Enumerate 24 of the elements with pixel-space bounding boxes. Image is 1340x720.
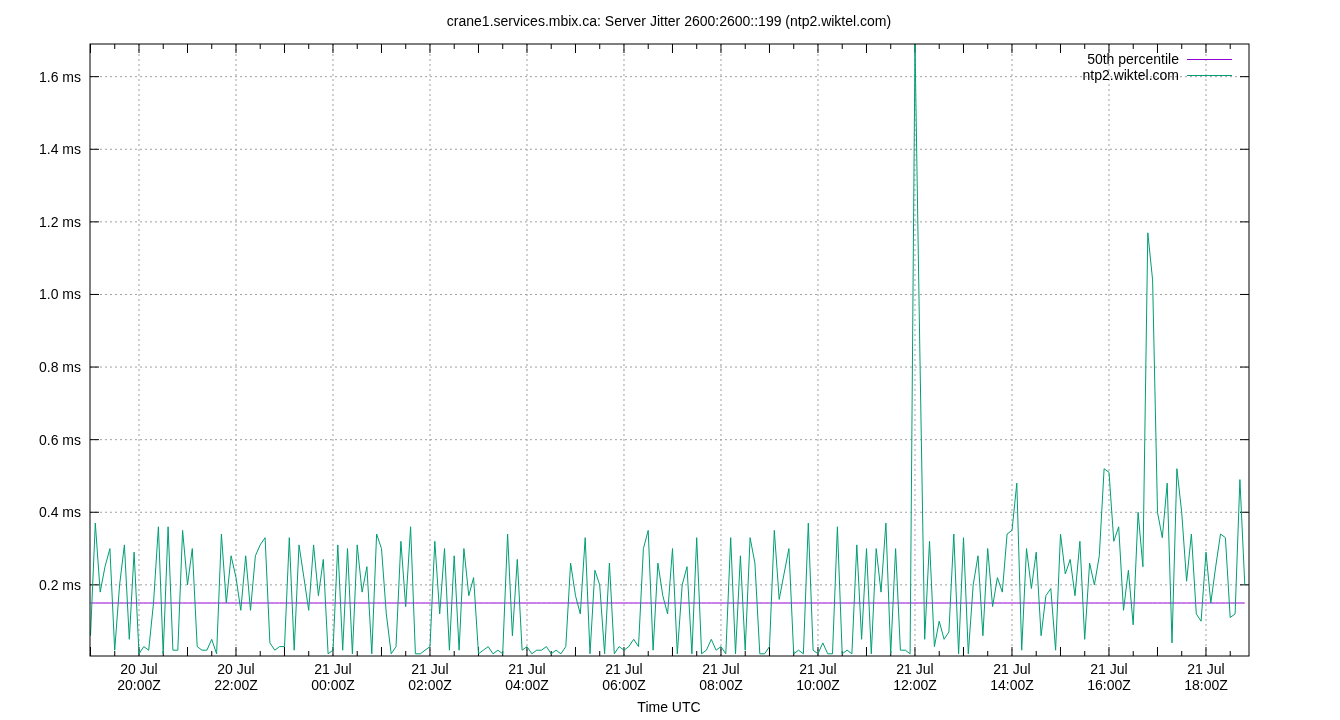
x-tick-label: 20 Jul 22:00Z [214,661,258,693]
x-tick-label: 21 Jul 12:00Z [893,661,937,693]
chart-title: crane1.services.mbix.ca: Server Jitter 2600:2600::199 (ntp2.wiktel.com) [446,13,892,29]
y-tick-label: 1.6 ms [39,68,81,85]
x-tick-label: 21 Jul 06:00Z [602,661,646,693]
x-tick-label: 21 Jul 16:00Z [1087,661,1131,693]
x-axis-label: Time UTC [637,699,701,715]
x-tick-label: 21 Jul 10:00Z [796,661,840,693]
x-tick-label: 21 Jul 14:00Z [990,661,1034,693]
y-tick-label: 1.2 ms [39,213,81,230]
y-tick-label: 0.8 ms [39,359,81,376]
y-tick-label: 1.4 ms [39,141,81,158]
y-tick-label: 1.0 ms [39,286,81,303]
legend-label: ntp2.wiktel.com [1082,67,1179,83]
x-tick-label: 21 Jul 18:00Z [1184,661,1228,693]
x-tick-label: 21 Jul 04:00Z [505,661,549,693]
x-tick-label: 21 Jul 00:00Z [311,661,355,693]
y-tick-label: 0.2 ms [39,576,81,593]
y-tick-label: 0.4 ms [39,504,81,521]
x-tick-label: 21 Jul 02:00Z [408,661,452,693]
legend-label: 50th percentile [1087,51,1179,67]
x-tick-label: 21 Jul 08:00Z [699,661,743,693]
y-tick-label: 0.6 ms [39,431,81,448]
x-tick-label: 20 Jul 20:00Z [117,661,161,693]
